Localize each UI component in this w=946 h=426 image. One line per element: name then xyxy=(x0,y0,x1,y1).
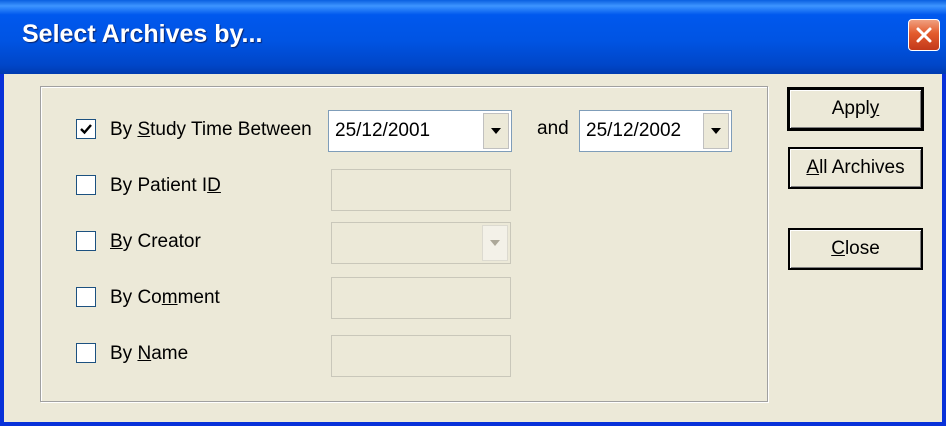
chevron-down-icon xyxy=(490,240,500,246)
comment-field[interactable] xyxy=(331,277,511,319)
chevron-down-icon xyxy=(491,128,501,134)
date-to-combo[interactable]: 25/12/2002 xyxy=(579,110,732,152)
date-from-value: 25/12/2001 xyxy=(335,120,431,141)
all-archives-button[interactable]: All Archives xyxy=(788,147,923,189)
name-label: By Name xyxy=(110,343,189,364)
creator-combo[interactable] xyxy=(331,222,511,264)
name-checkbox[interactable] xyxy=(76,343,96,363)
patient-id-label: By Patient ID xyxy=(110,175,221,196)
comment-checkbox[interactable] xyxy=(76,287,96,307)
creator-label: By Creator xyxy=(110,231,201,252)
checkmark-icon xyxy=(80,124,92,135)
study-time-label: By Study Time Between xyxy=(110,119,312,140)
date-from-dropdown-button[interactable] xyxy=(483,113,509,149)
title-bar[interactable]: Select Archives by... xyxy=(0,0,946,74)
creator-checkbox[interactable] xyxy=(76,231,96,251)
window-title: Select Archives by... xyxy=(22,20,263,48)
and-label: and xyxy=(537,118,569,139)
name-field[interactable] xyxy=(331,335,511,377)
close-window-button[interactable] xyxy=(908,19,940,51)
date-to-dropdown-button[interactable] xyxy=(703,113,729,149)
study-time-checkbox[interactable] xyxy=(76,119,96,139)
date-to-value: 25/12/2002 xyxy=(586,120,682,141)
creator-dropdown-button[interactable] xyxy=(482,225,508,261)
close-x-icon xyxy=(916,27,932,43)
comment-label: By Comment xyxy=(110,287,220,308)
patient-id-checkbox[interactable] xyxy=(76,175,96,195)
apply-button[interactable]: Appl y xyxy=(787,87,924,131)
date-from-combo[interactable]: 25/12/2001 xyxy=(328,110,512,152)
patient-id-field[interactable] xyxy=(331,169,511,211)
close-button[interactable]: Close xyxy=(788,228,923,270)
chevron-down-icon xyxy=(711,128,721,134)
